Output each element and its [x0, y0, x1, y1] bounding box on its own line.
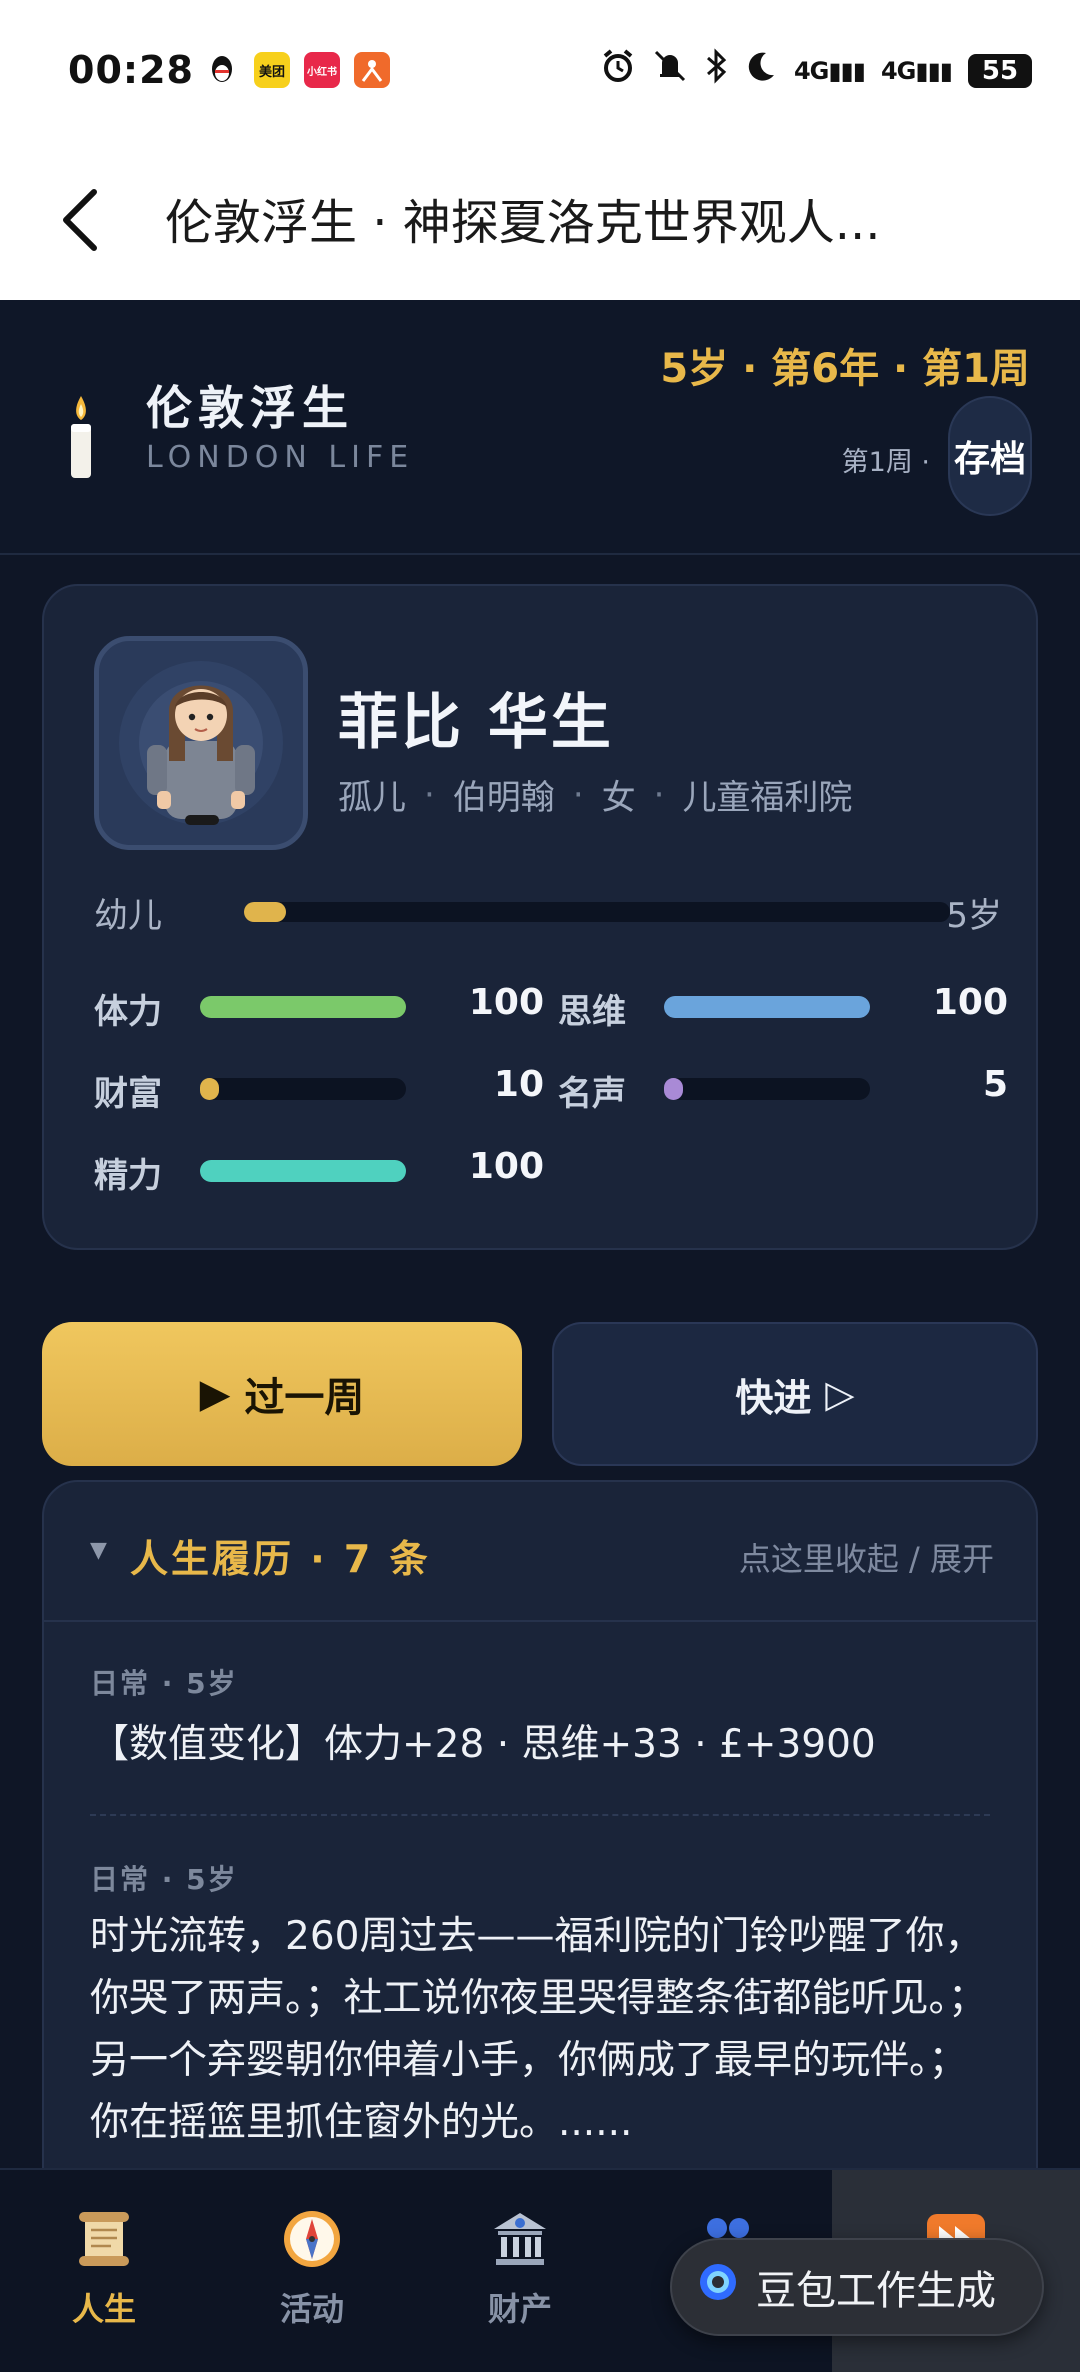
- stat-bar: [664, 1078, 870, 1100]
- stat-fame: 名声 5: [558, 1064, 1008, 1114]
- tab-label: 财产: [487, 2290, 552, 2328]
- tag-gender: 女: [601, 778, 636, 818]
- back-button[interactable]: [50, 175, 110, 265]
- signal-4g-icon: 4G▮▮▮: [793, 56, 866, 85]
- stat-value: 100: [932, 982, 1008, 1023]
- qq-icon: [204, 52, 240, 88]
- stat-thinking: 思维 100: [558, 982, 1008, 1032]
- profile-card: 菲比 华生 孤儿 · 伯明翰 · 女 · 儿童福利院 幼儿 5岁 体力 100 …: [42, 584, 1038, 1250]
- dnd-moon-icon: [744, 49, 778, 92]
- tag-city: 伯明翰: [452, 778, 555, 818]
- stat-bar-fill: [200, 996, 406, 1018]
- notification-icons: 美团 小红书: [204, 52, 390, 88]
- meituan-icon: 美团: [254, 52, 290, 88]
- play-icon: ▶: [199, 1371, 231, 1417]
- nav-bar: 伦敦浮生 · 神探夏洛克世界观人...: [0, 145, 1080, 300]
- week-indicator: 第1周 ·: [841, 447, 930, 478]
- stat-energy: 精力 100: [94, 1146, 544, 1196]
- battery-icon: 55: [968, 53, 1032, 88]
- entry-meta: 日常 · 5岁: [90, 1863, 238, 1896]
- character-tags: 孤儿 · 伯明翰 · 女 · 儿童福利院: [338, 770, 852, 819]
- game-subtitle: LONDON LIFE: [146, 440, 415, 475]
- avatar: [94, 636, 308, 850]
- candle-icon: [66, 392, 96, 482]
- age-year-week: 5岁 · 第6年 · 第1周: [660, 346, 1030, 392]
- stat-bar-fill: [664, 1078, 683, 1100]
- page-title: 伦敦浮生 · 神探夏洛克世界观人...: [165, 195, 881, 251]
- stat-label: 体力: [94, 992, 162, 1032]
- pass-week-button[interactable]: ▶ 过一周: [42, 1322, 522, 1466]
- alarm-icon: [600, 48, 636, 93]
- entry-text: 【数值变化】体力+28 · 思维+33 · £+3900: [90, 1722, 876, 1767]
- life-stage-age: 5岁: [946, 896, 1002, 936]
- app-icon: [354, 52, 390, 88]
- doubao-label: 豆包工作生成: [756, 2268, 996, 2314]
- tag-origin: 孤儿: [338, 778, 406, 818]
- system-icons: 4G▮▮▮ 4G▮▮▮ 55: [600, 48, 1032, 93]
- stat-bar-fill: [200, 1078, 219, 1100]
- tab-property[interactable]: 财产: [416, 2170, 624, 2372]
- stat-bar-fill: [664, 996, 870, 1018]
- stat-label: 财富: [94, 1074, 162, 1114]
- stat-wealth: 财富 10: [94, 1064, 544, 1114]
- game-title: 伦敦浮生: [146, 381, 354, 435]
- bluetooth-icon: [704, 48, 728, 93]
- game-header: 伦敦浮生 LONDON LIFE 5岁 · 第6年 · 第1周 第1周 · 存档: [0, 300, 1080, 555]
- save-button[interactable]: 存档: [948, 396, 1032, 516]
- tab-life[interactable]: 人生: [0, 2170, 208, 2372]
- fast-forward-label: 快进: [735, 1375, 812, 1420]
- stat-bar: [200, 996, 406, 1018]
- tag-home: 儿童福利院: [682, 778, 853, 818]
- chevron-left-icon: [63, 189, 97, 251]
- character-name: 菲比 华生: [338, 688, 614, 758]
- entry-divider: [90, 1814, 990, 1816]
- stat-label: 名声: [558, 1074, 626, 1114]
- collapse-expand-toggle[interactable]: 点这里收起 / 展开: [739, 1534, 994, 1580]
- pass-week-label: 过一周: [244, 1375, 365, 1421]
- fast-forward-button[interactable]: 快进 ▷: [552, 1322, 1038, 1466]
- life-stage-row: 幼儿 5岁: [94, 886, 1002, 936]
- scroll-icon: [69, 2204, 139, 2274]
- life-history-header[interactable]: ▼ 人生履历 · 7 条 点这里收起 / 展开: [44, 1482, 1036, 1622]
- stat-value: 100: [468, 1146, 544, 1187]
- stat-bar: [200, 1078, 406, 1100]
- stat-value: 10: [493, 1064, 544, 1105]
- life-history-title: 人生履历 · 7 条: [130, 1537, 431, 1581]
- doubao-logo-icon: [698, 2262, 738, 2312]
- xiaohongshu-icon: 小红书: [304, 52, 340, 88]
- stat-value: 100: [468, 982, 544, 1023]
- doubao-floating-button[interactable]: 豆包工作生成: [670, 2238, 1044, 2336]
- status-time: 00:28: [68, 48, 194, 92]
- compass-icon: [277, 2204, 347, 2274]
- stat-bar-fill: [200, 1160, 406, 1182]
- status-bar: 00:28 美团 小红书 4G▮▮▮ 4G▮▮▮ 55: [0, 0, 1080, 145]
- life-stage-progress-fill: [244, 902, 287, 922]
- tab-label: 人生: [71, 2290, 136, 2328]
- life-stage-label: 幼儿: [94, 896, 162, 936]
- caret-down-icon: ▼: [90, 1538, 107, 1563]
- stat-value: 5: [982, 1064, 1008, 1105]
- entry-meta: 日常 · 5岁: [90, 1667, 238, 1700]
- tab-label: 活动: [279, 2290, 344, 2328]
- stat-label: 思维: [558, 992, 626, 1032]
- life-stage-progress-bar: [244, 902, 950, 922]
- stat-bar: [664, 996, 870, 1018]
- signal-4g-icon-2: 4G▮▮▮: [880, 56, 953, 85]
- bank-icon: [485, 2204, 555, 2274]
- stat-stamina: 体力 100: [94, 982, 544, 1032]
- tab-activity[interactable]: 活动: [208, 2170, 416, 2372]
- entry-text: 时光流转，260周过去——福利院的门铃吵醒了你，你哭了两声。；社工说你夜里哭得整…: [90, 1914, 988, 2145]
- stat-label: 精力: [94, 1156, 162, 1196]
- stat-bar: [200, 1160, 406, 1182]
- mute-icon: [652, 48, 688, 93]
- play-outline-icon: ▷: [825, 1372, 855, 1416]
